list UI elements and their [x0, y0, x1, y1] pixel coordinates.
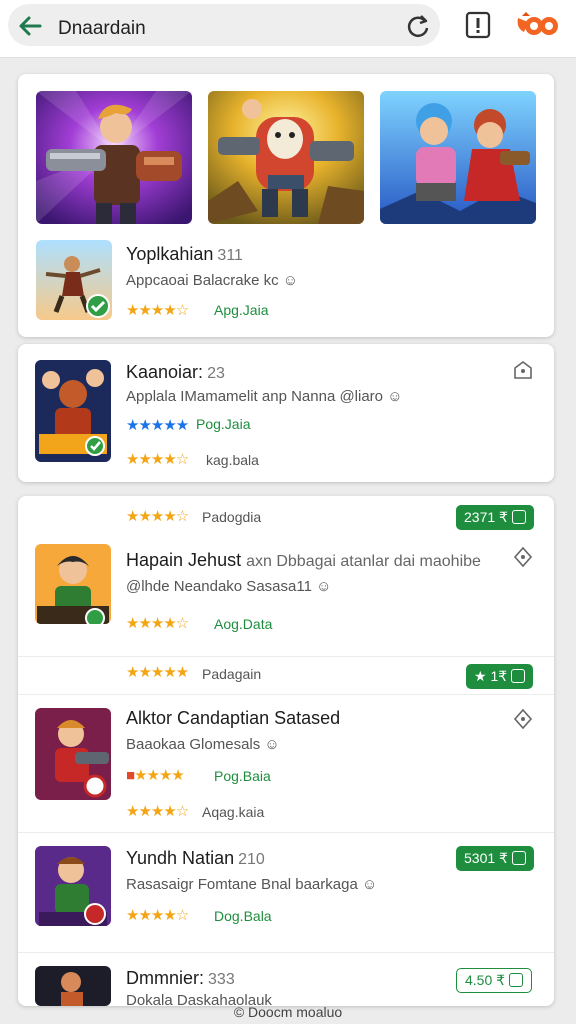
app-title-text: Kaanoiar: — [126, 362, 204, 382]
rating-stars: ★★★★☆ — [126, 803, 189, 820]
featured-card: Yoplkahian 311 Appcaoai Balacrake kc ☺ ★★… — [18, 74, 554, 337]
app-icon-yundh[interactable] — [35, 846, 111, 926]
app-title-text: Yoplkahian — [126, 244, 214, 264]
app-title[interactable]: Yundh Natian 210 — [126, 848, 265, 869]
price-badge[interactable]: 4.50 ₹ — [456, 968, 533, 993]
app-title-number: 333 — [208, 971, 235, 988]
app-link[interactable]: Dog.Bala — [214, 908, 272, 924]
app-link-secondary[interactable]: kag.bala — [206, 452, 259, 468]
app-title-number: 311 — [217, 247, 243, 264]
app-title[interactable]: Kaanoiar: 23 — [126, 362, 225, 383]
app-title-text: Alktor Candaptian Satased — [126, 708, 341, 728]
rating-stars: ★★★★☆ — [126, 508, 189, 525]
badge-box-icon — [511, 510, 526, 524]
rating-stars: ★★★★☆ — [126, 302, 189, 319]
rating-stars: ★★★★☆ — [126, 615, 189, 632]
banner-robot-fighter[interactable] — [208, 91, 364, 224]
price-badge-text: 5301 ₹ — [464, 850, 508, 866]
app-title-text: Yundh Natian — [126, 848, 235, 868]
rating-stars-text: ★★★★ — [134, 767, 185, 784]
app-title-text: Hapain Jehust — [126, 550, 242, 570]
divider — [18, 952, 554, 953]
badge-box-icon — [511, 851, 526, 865]
badge-box-icon — [511, 669, 526, 683]
brand-logo-icon[interactable] — [514, 10, 560, 40]
footer-text: © Doocm moaluo — [233, 1004, 343, 1020]
back-arrow-icon[interactable] — [14, 10, 46, 42]
divider — [18, 832, 554, 833]
rating-stars: ★★★★☆ — [126, 451, 189, 468]
app-title[interactable]: Alktor Candaptian Satased — [126, 708, 340, 729]
app-title-rest: axn Dbbagai atanlar dai maohibe — [246, 553, 481, 570]
rating-stars: ■★★★★ — [126, 766, 185, 784]
app-link[interactable]: Aog.Data — [214, 616, 272, 632]
search-text: Dnaardain — [58, 18, 146, 39]
divider — [18, 656, 554, 657]
app-subtitle: @lhde Neandako Sasasa11 ☺ — [126, 578, 332, 595]
divider — [18, 694, 554, 695]
refresh-icon[interactable] — [404, 12, 432, 40]
app-title-text: Dmmnier: — [126, 968, 205, 988]
app-list-card: ★★★★☆ Padogdia 2371 ₹ Hapain Jehust axn … — [18, 496, 554, 1006]
app-icon-alktor[interactable] — [35, 708, 111, 800]
app-link[interactable]: Pog.Jaia — [196, 416, 250, 432]
rating-label: Padagain — [202, 666, 262, 682]
price-badge[interactable]: 2371 ₹ — [456, 505, 534, 530]
app-link[interactable]: Pog.Baia — [214, 768, 271, 784]
app-link-secondary[interactable]: Aqag.kaia — [202, 804, 264, 820]
banner-brawl-heroes[interactable] — [380, 91, 536, 224]
rating-label: Padogdia — [202, 509, 262, 525]
report-icon[interactable] — [464, 10, 492, 40]
app-subtitle: Appcaoai Balacrake kc ☺ — [126, 272, 299, 289]
tag-icon[interactable] — [512, 708, 534, 730]
rating-stars-blue: ★★★★★ — [126, 417, 189, 434]
price-badge[interactable]: 5301 ₹ — [456, 846, 534, 871]
app-icon-dmmnier[interactable] — [35, 966, 111, 1006]
app-title[interactable]: Hapain Jehust axn Dbbagai atanlar dai ma… — [126, 550, 481, 571]
top-bar: Dnaardain — [0, 0, 576, 58]
app-subtitle: Applala IMamamelit anp Nanna @liaro ☺ — [126, 388, 403, 405]
price-badge-text: 2371 ₹ — [464, 509, 508, 525]
app-icon-yoplkahian[interactable] — [36, 240, 112, 320]
tag-icon[interactable] — [512, 546, 534, 568]
rating-stars: ★★★★☆ — [126, 907, 189, 924]
app-subtitle: Baaokaa Glomesals ☺ — [126, 736, 280, 753]
search-box[interactable]: Dnaardain — [8, 4, 440, 46]
badge-box-icon — [509, 973, 524, 987]
star-badge-icon: ■ — [126, 767, 135, 784]
app-link[interactable]: Apg.Jaia — [214, 302, 268, 318]
price-badge[interactable]: ★ 1₹ — [466, 664, 534, 689]
app-title[interactable]: Yoplkahian 311 — [126, 244, 243, 265]
tag-icon[interactable] — [512, 360, 534, 382]
app-title-number: 210 — [238, 851, 265, 868]
price-badge-text: 4.50 ₹ — [465, 972, 506, 988]
rating-stars: ★★★★★ — [126, 664, 189, 681]
app-title-number: 23 — [207, 365, 225, 382]
app-icon-hapain[interactable] — [35, 544, 111, 624]
banner-hero-gunner[interactable] — [36, 91, 192, 224]
app-subtitle: Rasasaigr Fomtane Bnal baarkaga ☺ — [126, 876, 378, 893]
app-icon-kaanoiar[interactable] — [35, 360, 111, 462]
price-badge-text: ★ 1₹ — [474, 668, 508, 684]
app-card-kaanoiar[interactable]: Kaanoiar: 23 Applala IMamamelit anp Nanna… — [18, 344, 554, 482]
app-title[interactable]: Dmmnier: 333 — [126, 968, 235, 989]
